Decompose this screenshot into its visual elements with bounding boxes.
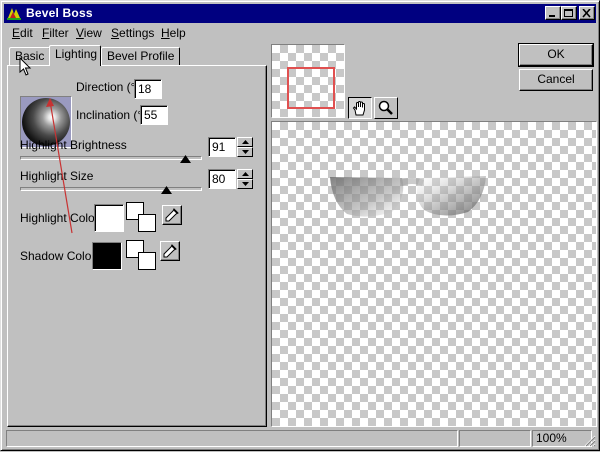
navigator-thumbnail[interactable]: [271, 44, 345, 118]
preview-canvas[interactable]: [271, 121, 597, 427]
cancel-button[interactable]: Cancel: [519, 69, 593, 91]
status-message: [6, 430, 458, 447]
pan-tool-button[interactable]: [348, 97, 372, 119]
bevel-boss-window: Bevel Boss Edit Filter View Settings Hel…: [0, 0, 600, 451]
status-info: [459, 430, 531, 447]
magnifier-icon: [378, 100, 393, 115]
tab-lighting[interactable]: Lighting: [49, 45, 101, 66]
resize-grip-icon[interactable]: [582, 433, 596, 447]
mouse-cursor-icon: [19, 57, 32, 76]
zoom-tool-button[interactable]: [374, 97, 398, 119]
ok-button[interactable]: OK: [518, 43, 594, 67]
bevel-preview-shape: [330, 176, 486, 217]
view-rectangle[interactable]: [287, 67, 335, 109]
hand-icon: [352, 101, 365, 116]
